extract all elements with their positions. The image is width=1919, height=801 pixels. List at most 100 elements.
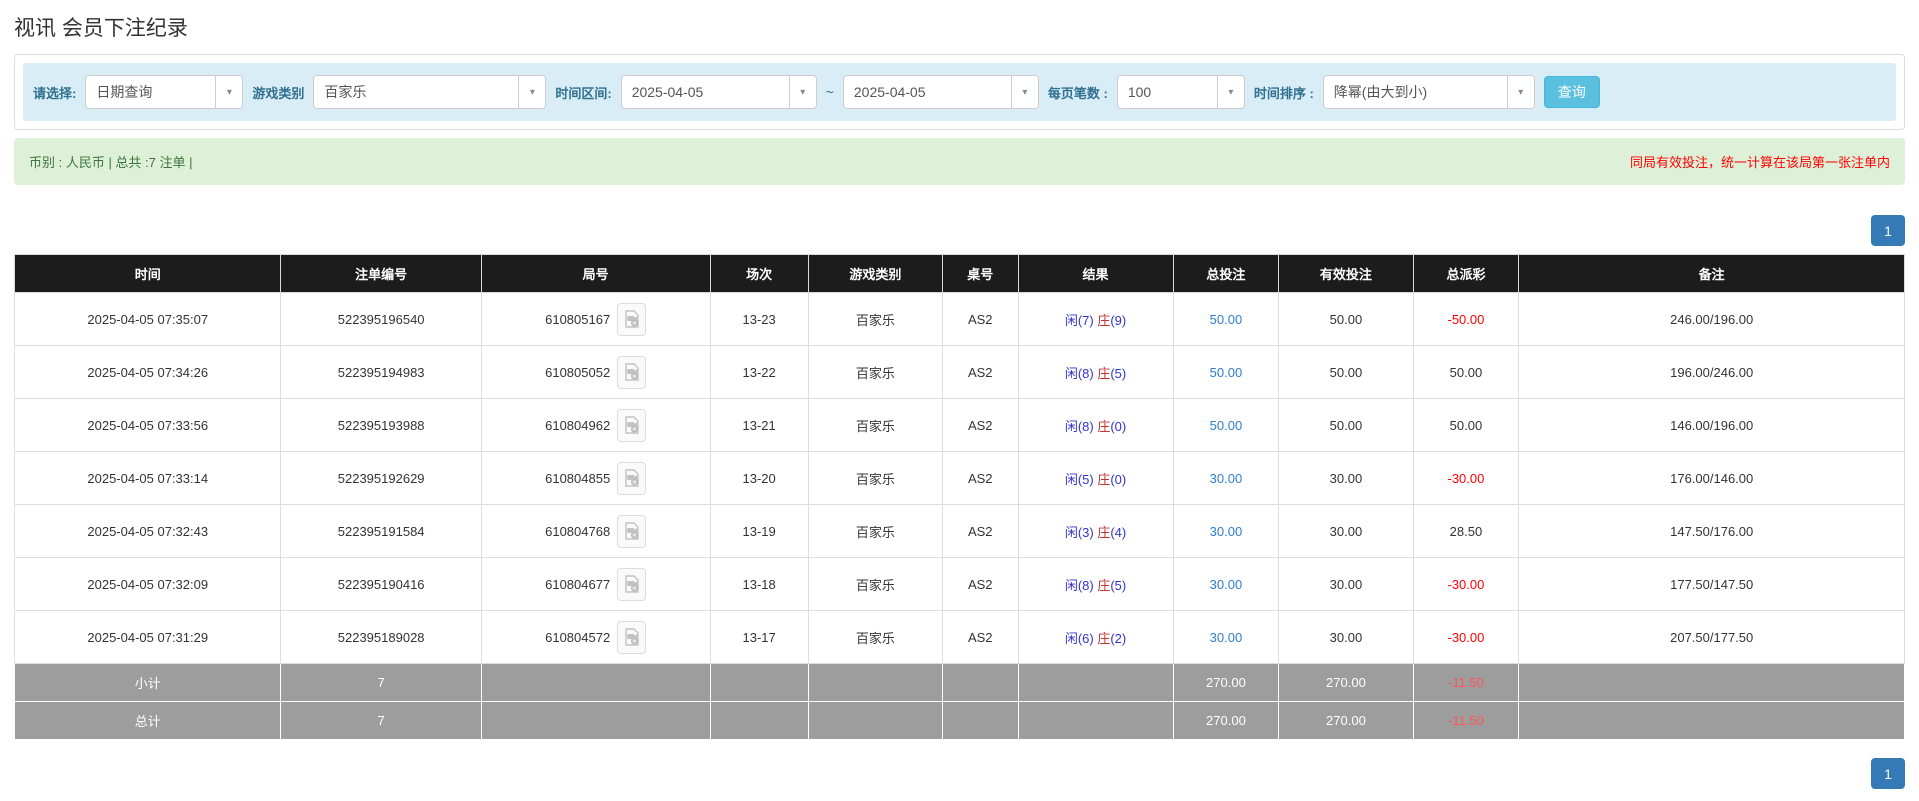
video-icon <box>624 469 639 487</box>
search-button[interactable]: 查询 <box>1543 76 1600 108</box>
round-id-group: 610805052 <box>545 355 647 389</box>
game-type-value[interactable] <box>314 76 519 108</box>
cell-time: 2025-04-05 07:35:07 <box>13 292 282 346</box>
query-type-value[interactable] <box>86 76 216 108</box>
video-icon[interactable] <box>617 302 647 336</box>
video-icon[interactable] <box>617 408 647 442</box>
cell-table-no: AS2 <box>941 557 1019 611</box>
page-button[interactable]: 1 <box>1871 215 1905 246</box>
cell-round-id: 610804677 <box>480 557 711 611</box>
cell-round-id: 610804855 <box>480 451 711 505</box>
column-header: 注单编号 <box>280 254 482 293</box>
date-to-select[interactable]: ▾ <box>842 75 1039 109</box>
cell-game-type: 百家乐 <box>807 398 943 452</box>
round-id-group: 610804855 <box>545 461 647 495</box>
payout-value: -30.00 <box>1447 629 1485 645</box>
column-header: 备注 <box>1518 254 1905 293</box>
cell-game-type: 百家乐 <box>807 345 943 399</box>
date-from-select[interactable]: ▾ <box>620 75 817 109</box>
cell-game-type: 百家乐 <box>807 557 943 611</box>
cell-bet-id: 522395189028 <box>280 610 482 664</box>
subtotal-row-empty-cell <box>709 663 809 702</box>
sort-order-value[interactable] <box>1323 76 1507 108</box>
cell-round-id: 610805052 <box>480 345 711 399</box>
page-size-value[interactable] <box>1117 76 1217 108</box>
total-row-valid-bet: 270.00 <box>1278 701 1414 740</box>
column-header: 游戏类别 <box>807 254 943 293</box>
cell-result: 闲(8) 庄(5) <box>1017 345 1174 399</box>
subtotal-row: 小计 7 270.00 270.00 -11.50 <box>13 663 1905 702</box>
cell-valid-bet: 30.00 <box>1278 610 1414 664</box>
video-icon[interactable] <box>617 567 647 601</box>
cell-total-bet: 50.00 <box>1172 345 1280 399</box>
total-bet-link[interactable]: 50.00 <box>1210 312 1243 327</box>
result-banker-num: (0) <box>1110 418 1127 434</box>
cell-table-no: AS2 <box>941 504 1019 558</box>
cell-total-bet: 50.00 <box>1172 398 1280 452</box>
cell-result: 闲(8) 庄(0) <box>1017 398 1174 452</box>
filter-panel: 请选择: ▾ 游戏类别 ▾ 时间区间: ▾ ~ ▾ 每页笔数 : ▾ 时间排序 … <box>14 54 1905 130</box>
column-header: 局号 <box>480 254 711 293</box>
round-id-group: 610804768 <box>545 514 647 548</box>
cell-remark: 196.00/246.00 <box>1518 345 1905 399</box>
cell-session: 13-20 <box>709 451 809 505</box>
total-row-empty-cell <box>941 701 1019 740</box>
cell-valid-bet: 30.00 <box>1278 504 1414 558</box>
result-banker: 庄 <box>1097 577 1111 593</box>
date-from-value[interactable] <box>621 76 789 108</box>
video-icon[interactable] <box>617 514 647 548</box>
cell-remark: 147.50/176.00 <box>1518 504 1905 558</box>
table-row: 2025-04-05 07:32:09 522395190416 610804677… <box>13 557 1905 611</box>
chevron-down-icon[interactable]: ▾ <box>1010 76 1038 108</box>
subtotal-row-empty-cell <box>1017 663 1174 702</box>
summary-currency-count: 币别 : 人民币 | 总共 :7 注单 | <box>29 155 193 170</box>
pagination-bottom: 1 <box>14 758 1905 789</box>
payout-value: -30.00 <box>1447 576 1485 592</box>
cell-game-type: 百家乐 <box>807 610 943 664</box>
video-icon[interactable] <box>617 355 647 389</box>
sort-order-select[interactable]: ▾ <box>1322 75 1535 109</box>
cell-table-no: AS2 <box>941 292 1019 346</box>
total-bet-link[interactable]: 30.00 <box>1210 577 1243 592</box>
cell-bet-id: 522395193988 <box>280 398 482 452</box>
game-type-select[interactable]: ▾ <box>313 75 547 109</box>
total-bet-link[interactable]: 30.00 <box>1210 471 1243 486</box>
page-size-select[interactable]: ▾ <box>1116 75 1245 109</box>
video-icon[interactable] <box>617 620 647 654</box>
table-row: 2025-04-05 07:31:29 522395189028 610804572… <box>13 610 1905 664</box>
result-player: 闲(5) <box>1064 471 1098 487</box>
cell-valid-bet: 50.00 <box>1278 398 1414 452</box>
chevron-down-icon[interactable]: ▾ <box>788 76 816 108</box>
page-button[interactable]: 1 <box>1871 758 1905 789</box>
total-bet-link[interactable]: 30.00 <box>1210 524 1243 539</box>
cell-payout: -30.00 <box>1412 610 1520 664</box>
result-banker: 庄 <box>1097 365 1111 381</box>
date-to-value[interactable] <box>843 76 1011 108</box>
total-bet-link[interactable]: 50.00 <box>1210 365 1243 380</box>
video-icon[interactable] <box>617 461 647 495</box>
result-player: 闲(6) <box>1064 630 1098 646</box>
cell-payout: 50.00 <box>1412 398 1520 452</box>
cell-remark: 177.50/147.50 <box>1518 557 1905 611</box>
chevron-down-icon[interactable]: ▾ <box>518 76 546 108</box>
query-type-select[interactable]: ▾ <box>85 75 244 109</box>
chevron-down-icon[interactable]: ▾ <box>1506 76 1534 108</box>
total-bet-link[interactable]: 50.00 <box>1210 418 1243 433</box>
cell-payout: -30.00 <box>1412 557 1520 611</box>
cell-bet-id: 522395196540 <box>280 292 482 346</box>
cell-remark: 176.00/146.00 <box>1518 451 1905 505</box>
round-id-group: 610804962 <box>545 408 647 442</box>
cell-session: 13-22 <box>709 345 809 399</box>
payout-value: 50.00 <box>1449 417 1483 433</box>
chevron-down-icon[interactable]: ▾ <box>215 76 243 108</box>
total-row-empty-cell <box>807 701 943 740</box>
result-player: 闲(7) <box>1064 312 1098 328</box>
cell-game-type: 百家乐 <box>807 451 943 505</box>
total-row-remark <box>1518 701 1905 740</box>
total-bet-link[interactable]: 30.00 <box>1210 630 1243 645</box>
subtotal-row-remark <box>1518 663 1905 702</box>
chevron-down-icon[interactable]: ▾ <box>1216 76 1244 108</box>
result-banker-num: (9) <box>1110 312 1127 328</box>
cell-result: 闲(3) 庄(4) <box>1017 504 1174 558</box>
cell-session: 13-21 <box>709 398 809 452</box>
